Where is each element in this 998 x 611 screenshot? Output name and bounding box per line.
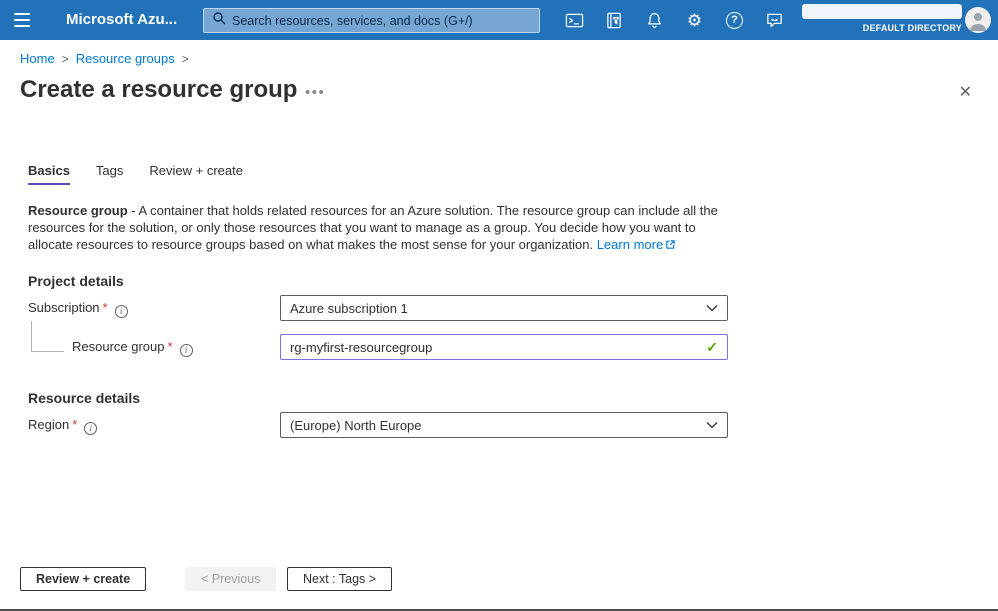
account-email-redacted[interactable] — [802, 4, 962, 19]
required-asterisk: * — [168, 339, 173, 354]
app-title[interactable]: Microsoft Azu... — [66, 0, 177, 40]
resource-group-input[interactable] — [290, 340, 706, 355]
breadcrumb-home[interactable]: Home — [20, 51, 55, 66]
resource-details-heading: Resource details — [28, 390, 140, 406]
breadcrumb-resource-groups[interactable]: Resource groups — [76, 51, 175, 66]
resource-group-description: Resource group - A container that holds … — [28, 202, 721, 254]
chevron-down-icon — [706, 421, 718, 429]
cloud-shell-icon[interactable] — [565, 11, 584, 30]
region-dropdown[interactable]: (Europe) North Europe — [280, 412, 728, 438]
required-asterisk: * — [103, 300, 108, 315]
settings-gear-icon[interactable]: ⚙ — [685, 11, 704, 30]
chevron-right-icon: > — [55, 52, 76, 66]
valid-check-icon: ✓ — [706, 339, 718, 356]
resource-group-label: Resource group*i — [72, 339, 193, 357]
region-value: (Europe) North Europe — [290, 418, 422, 433]
info-icon[interactable]: i — [84, 422, 97, 435]
wizard-tabs: Basics Tags Review + create — [28, 163, 243, 185]
directories-filter-icon[interactable] — [605, 11, 624, 30]
info-icon[interactable]: i — [180, 344, 193, 357]
hamburger-menu-icon[interactable] — [12, 9, 34, 31]
page-title: Create a resource group — [20, 76, 297, 104]
project-details-heading: Project details — [28, 273, 124, 289]
chevron-down-icon — [706, 304, 718, 312]
search-input[interactable] — [232, 14, 531, 28]
description-lead: Resource group — [28, 203, 128, 218]
directory-label: DEFAULT DIRECTORY — [863, 23, 962, 33]
azure-top-bar: Microsoft Azu... — [0, 0, 998, 40]
subscription-value: Azure subscription 1 — [290, 301, 408, 316]
info-icon[interactable]: i — [115, 305, 128, 318]
more-options-icon[interactable]: ••• — [305, 84, 325, 101]
tab-tags[interactable]: Tags — [96, 163, 123, 185]
next-tags-button[interactable]: Next : Tags > — [287, 567, 392, 591]
help-icon[interactable]: ? — [725, 11, 744, 30]
feedback-icon[interactable] — [765, 11, 784, 30]
subscription-label: Subscription*i — [28, 300, 128, 318]
close-icon[interactable]: ✕ — [959, 82, 972, 102]
chevron-right-icon: > — [175, 52, 196, 66]
previous-button[interactable]: < Previous — [185, 567, 276, 591]
global-search[interactable] — [203, 8, 540, 33]
avatar[interactable] — [965, 7, 991, 33]
required-asterisk: * — [72, 417, 77, 432]
topbar-icon-group: ⚙ ? — [565, 0, 784, 40]
external-link-icon — [665, 237, 676, 254]
region-label: Region*i — [28, 417, 97, 435]
learn-more-link[interactable]: Learn more — [597, 237, 663, 252]
notifications-bell-icon[interactable] — [645, 11, 664, 30]
search-icon — [212, 11, 226, 30]
tab-review-create[interactable]: Review + create — [149, 163, 243, 185]
breadcrumb: Home > Resource groups > — [20, 51, 196, 66]
tree-connector-line — [31, 321, 64, 352]
resource-group-input-wrap: ✓ — [280, 334, 728, 360]
tab-basics[interactable]: Basics — [28, 163, 70, 185]
subscription-dropdown[interactable]: Azure subscription 1 — [280, 295, 728, 321]
review-create-button[interactable]: Review + create — [20, 567, 146, 591]
